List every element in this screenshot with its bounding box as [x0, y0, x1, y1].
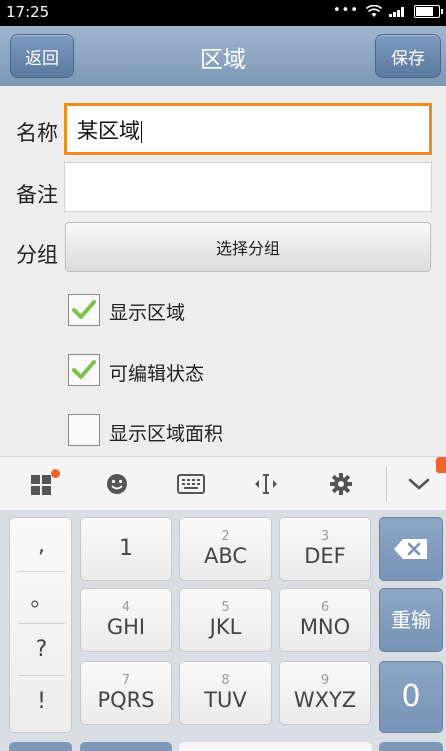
keyboard-bottom-row — [0, 742, 446, 751]
name-label: 名称 — [16, 121, 58, 145]
key-6[interactable]: 6 MNO — [279, 588, 371, 652]
status-bar: 17:25 ••• — [0, 0, 446, 26]
key-letters: 1 — [119, 536, 133, 561]
name-value: 某区域 — [77, 119, 142, 143]
emoji-button[interactable] — [92, 457, 142, 511]
toolbar-divider — [386, 466, 387, 502]
select-group-button[interactable]: 选择分组 — [65, 222, 431, 272]
group-label: 分组 — [16, 243, 58, 267]
show-area-size-label: 显示区域面积 — [109, 423, 224, 445]
keyboard-switch-button[interactable] — [166, 457, 216, 511]
space-key-edge[interactable] — [179, 742, 372, 751]
punct-comma[interactable]: , — [10, 520, 73, 570]
emoji-icon — [107, 474, 127, 494]
key-letters: JKL — [209, 615, 242, 639]
editable-state-checkbox[interactable] — [68, 354, 100, 386]
title-bar: 返回 区域 保存 — [0, 26, 446, 87]
settings-icon — [330, 473, 352, 495]
key-number: 4 — [121, 600, 131, 615]
reinput-key[interactable]: 重输 — [379, 588, 443, 652]
bottom-key-edge[interactable] — [80, 742, 172, 751]
key-7[interactable]: 7 PQRS — [80, 661, 172, 725]
key-1[interactable]: 1 — [80, 517, 172, 581]
note-field[interactable] — [64, 162, 432, 212]
key-number: 9 — [320, 673, 330, 688]
key-letters: TUV — [204, 688, 247, 712]
ime-toolbar — [0, 456, 446, 511]
key-letters: ABC — [203, 544, 248, 568]
note-label: 备注 — [16, 183, 58, 207]
key-2[interactable]: 2 ABC — [179, 517, 272, 581]
cursor-icon — [255, 474, 277, 494]
key-letters: PQRS — [97, 688, 155, 712]
key-number: 7 — [121, 673, 131, 688]
key-9[interactable]: 9 WXYZ — [279, 661, 371, 725]
zero-key[interactable]: 0 — [379, 661, 443, 733]
show-area-label: 显示区域 — [109, 302, 186, 324]
cursor-button[interactable] — [241, 457, 291, 511]
show-area-size-checkbox[interactable] — [68, 414, 100, 446]
key-3[interactable]: 3 DEF — [279, 517, 371, 581]
key-letters: DEF — [304, 544, 346, 568]
signal-icon — [389, 7, 404, 17]
wifi-icon — [366, 4, 382, 17]
key-8[interactable]: 8 TUV — [179, 661, 272, 725]
key-number: 8 — [221, 673, 230, 688]
backspace-icon — [394, 539, 427, 559]
key-4[interactable]: 4 GHI — [80, 588, 172, 652]
key-letters: MNO — [299, 615, 351, 639]
editable-state-label: 可编辑状态 — [109, 363, 205, 385]
status-icons: ••• — [332, 3, 443, 18]
t9-keyboard: , 。 ? ! 1 2 ABC 3 DEF 4 GHI 5 JKL 6 MNO … — [0, 510, 446, 751]
notification-dots-icon: ••• — [332, 3, 359, 18]
key-number: 2 — [221, 529, 230, 544]
apps-button[interactable] — [17, 457, 67, 511]
checkmark-icon — [72, 300, 96, 319]
key-letters: WXYZ — [293, 688, 357, 712]
save-button[interactable]: 保存 — [375, 34, 441, 78]
status-time: 17:25 — [6, 3, 50, 21]
key-number: 3 — [320, 529, 330, 544]
area-form: 名称 某区域 备注 分组 选择分组 显示区域 可编辑状态 显示区域面积 — [0, 86, 446, 456]
settings-button[interactable] — [316, 457, 366, 511]
zero-label: 0 — [401, 679, 421, 714]
floating-tab-edge[interactable] — [436, 457, 446, 473]
keyboard-icon — [177, 474, 205, 494]
backspace-key[interactable] — [379, 517, 443, 581]
key-number: 5 — [221, 600, 230, 615]
apps-icon — [31, 475, 51, 495]
key-number: 6 — [320, 600, 330, 615]
bottom-key-edge[interactable] — [9, 742, 72, 751]
notification-dot — [51, 469, 60, 478]
punct-question[interactable]: ? — [10, 624, 73, 674]
reinput-label: 重输 — [391, 608, 431, 632]
text-caret — [141, 121, 142, 143]
name-field[interactable]: 某区域 — [64, 103, 432, 155]
show-area-checkbox[interactable] — [68, 294, 100, 326]
key-5[interactable]: 5 JKL — [179, 588, 272, 652]
battery-icon — [414, 4, 443, 18]
checkmark-icon — [72, 360, 96, 379]
punct-period[interactable]: 。 — [10, 572, 73, 622]
key-letters: GHI — [106, 615, 146, 639]
chevron-down-icon — [408, 478, 430, 490]
punct-exclaim[interactable]: ! — [10, 676, 73, 726]
bottom-key-edge[interactable] — [379, 742, 443, 751]
punctuation-column[interactable]: , 。 ? ! — [9, 517, 72, 733]
